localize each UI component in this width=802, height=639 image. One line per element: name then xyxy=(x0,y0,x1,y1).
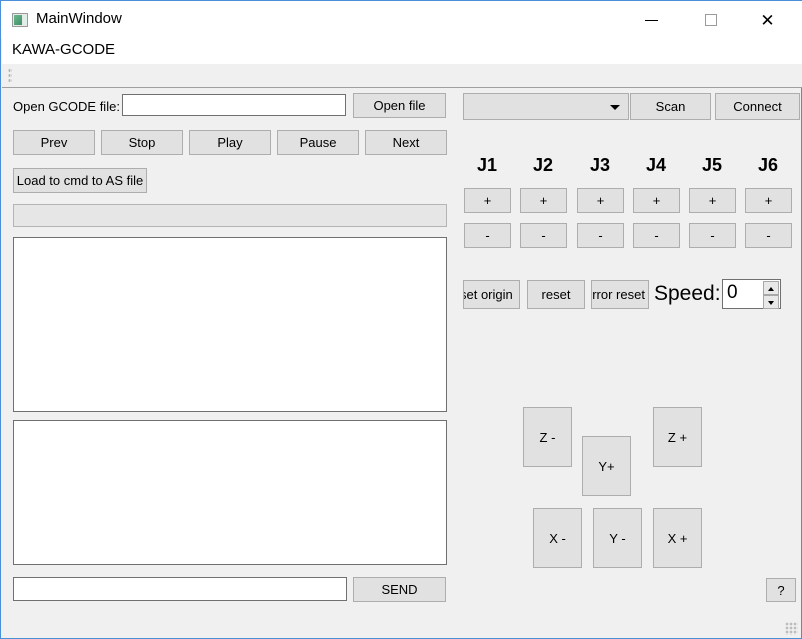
joint-j6-minus-button[interactable]: - xyxy=(745,223,792,248)
scan-button[interactable]: Scan xyxy=(630,93,711,120)
app-icon xyxy=(12,13,28,27)
prev-button[interactable]: Prev xyxy=(13,130,95,155)
joint-j6-plus-button[interactable]: + xyxy=(745,188,792,213)
minimize-button[interactable] xyxy=(633,1,679,39)
resize-grip[interactable] xyxy=(785,622,798,635)
jog-x-plus-button[interactable]: X + xyxy=(653,508,702,568)
reset-button[interactable]: reset xyxy=(527,280,585,309)
joint-label-j1: J1 xyxy=(476,155,498,175)
toolbar-grip-handle[interactable] xyxy=(8,68,12,82)
jog-y-minus-button[interactable]: Y - xyxy=(593,508,642,568)
stop-button[interactable]: Stop xyxy=(101,130,183,155)
play-button[interactable]: Play xyxy=(189,130,271,155)
right-panel: Scan Connect J1 J2 J3 J4 J5 J6 + + + + +… xyxy=(456,89,801,637)
joint-j4-minus-button[interactable]: - xyxy=(633,223,680,248)
joint-j3-minus-button[interactable]: - xyxy=(577,223,624,248)
joint-j2-minus-button[interactable]: - xyxy=(520,223,567,248)
joint-label-j5: J5 xyxy=(701,155,723,175)
joint-j5-minus-button[interactable]: - xyxy=(689,223,736,248)
title-bar: MainWindow ✕ xyxy=(1,0,802,38)
jog-z-plus-button[interactable]: Z + xyxy=(653,407,702,467)
gcode-text-area[interactable] xyxy=(13,237,447,412)
joint-label-j4: J4 xyxy=(645,155,667,175)
set-origin-button[interactable]: set origin xyxy=(463,280,520,309)
load-to-cmd-button[interactable]: Load to cmd to AS file xyxy=(13,168,147,193)
connect-button[interactable]: Connect xyxy=(715,93,800,120)
joint-j2-plus-button[interactable]: + xyxy=(520,188,567,213)
error-reset-button[interactable]: error reset xyxy=(591,280,649,309)
spinner-up-icon[interactable] xyxy=(763,281,779,295)
joint-j1-plus-button[interactable]: + xyxy=(464,188,511,213)
pause-button[interactable]: Pause xyxy=(277,130,359,155)
speed-label: Speed: xyxy=(654,282,721,305)
window-title: MainWindow xyxy=(36,10,122,27)
main-window: MainWindow ✕ KAWA-GCODE Open GCODE file:… xyxy=(0,0,802,639)
next-button[interactable]: Next xyxy=(365,130,447,155)
joint-j5-plus-button[interactable]: + xyxy=(689,188,736,213)
joint-j4-plus-button[interactable]: + xyxy=(633,188,680,213)
sub-header: KAWA-GCODE xyxy=(2,38,802,64)
close-icon: ✕ xyxy=(760,11,775,30)
chevron-down-icon xyxy=(610,105,620,110)
minimize-icon xyxy=(645,20,658,21)
joint-j1-minus-button[interactable]: - xyxy=(464,223,511,248)
app-subtitle: KAWA-GCODE xyxy=(12,41,116,58)
open-gcode-label: Open GCODE file: xyxy=(13,99,120,114)
joint-label-j2: J2 xyxy=(532,155,554,175)
left-panel: Open GCODE file: Open file Prev Stop Pla… xyxy=(2,89,456,637)
jog-x-minus-button[interactable]: X - xyxy=(533,508,582,568)
speed-spinbox[interactable] xyxy=(722,279,781,309)
jog-z-minus-button[interactable]: Z - xyxy=(523,407,572,467)
jog-y-plus-button[interactable]: Y+ xyxy=(582,436,631,496)
spinner-down-icon[interactable] xyxy=(763,295,779,309)
toolbar-strip xyxy=(2,64,802,88)
progress-bar xyxy=(13,204,447,227)
gcode-path-input[interactable] xyxy=(122,94,346,116)
maximize-icon xyxy=(705,14,717,26)
help-button[interactable]: ? xyxy=(766,578,796,602)
serial-port-select[interactable] xyxy=(463,93,629,120)
joint-label-j6: J6 xyxy=(757,155,779,175)
send-button[interactable]: SEND xyxy=(353,577,446,602)
maximize-button[interactable] xyxy=(691,1,737,39)
joint-label-j3: J3 xyxy=(589,155,611,175)
console-text-area[interactable] xyxy=(13,420,447,565)
command-input[interactable] xyxy=(13,577,347,601)
speed-spinner-buttons xyxy=(763,281,779,309)
open-file-button[interactable]: Open file xyxy=(353,93,446,118)
close-button[interactable]: ✕ xyxy=(749,1,795,39)
speed-value-input[interactable] xyxy=(727,282,763,304)
joint-j3-plus-button[interactable]: + xyxy=(577,188,624,213)
